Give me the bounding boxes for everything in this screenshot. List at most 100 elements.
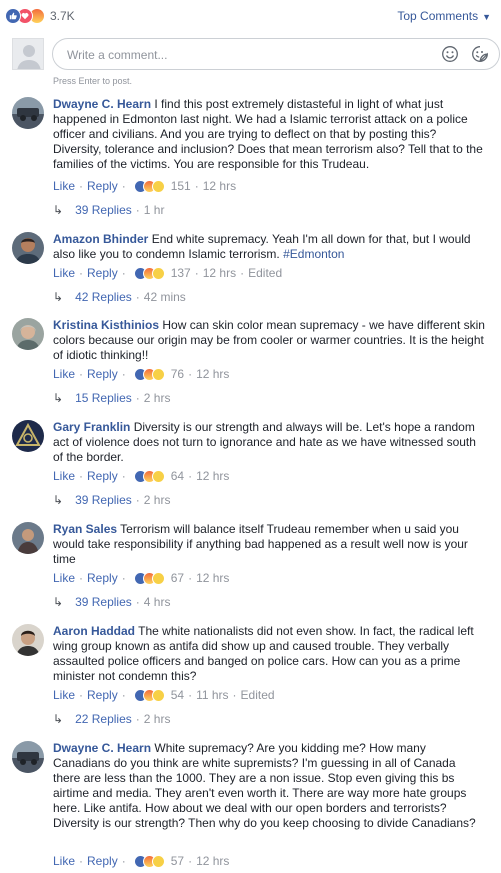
commenter-name[interactable]: Gary Franklin	[53, 420, 130, 434]
avatar[interactable]	[12, 97, 44, 129]
reply-button[interactable]: Reply	[87, 469, 118, 483]
comment-body: Dwayne C. Hearn I find this post extreme…	[53, 97, 485, 172]
comment-reactions-icons[interactable]	[133, 688, 165, 702]
comment-actions: Like · Reply · 67 · 12 hrs	[53, 571, 230, 585]
reply-button[interactable]: Reply	[87, 266, 118, 280]
reaction-count[interactable]: 151	[171, 179, 191, 193]
hashtag-link[interactable]: #Edmonton	[283, 247, 344, 261]
avatar[interactable]	[12, 232, 44, 264]
avatar[interactable]	[12, 522, 44, 554]
top-comments-label: Top Comments	[397, 9, 479, 23]
view-replies[interactable]: ↳ 42 Replies · 42 mins	[53, 290, 186, 304]
commenter-name[interactable]: Amazon Bhinder	[53, 232, 148, 246]
reply-arrow-icon: ↳	[53, 595, 64, 609]
reaction-count[interactable]: 76	[171, 367, 184, 381]
reaction-count[interactable]: 67	[171, 571, 184, 585]
replies-link[interactable]: 22 Replies	[75, 712, 132, 726]
comment-timestamp[interactable]: 12 hrs	[196, 469, 229, 483]
comment-actions: Like · Reply · 76 · 12 hrs	[53, 367, 230, 381]
smiley-icon[interactable]	[441, 45, 459, 63]
comment-body: Gary Franklin Diversity is our strength …	[53, 420, 485, 465]
comment-actions: Like · Reply · 54 · 11 hrs · Edited	[53, 688, 275, 702]
comment-actions: Like · Reply · 137 · 12 hrs · Edited	[53, 266, 283, 280]
comment-body: Amazon Bhinder End white supremacy. Yeah…	[53, 232, 485, 262]
reply-button[interactable]: Reply	[87, 179, 118, 193]
like-button[interactable]: Like	[53, 688, 75, 702]
comment-reactions-icons[interactable]	[133, 367, 165, 381]
sticker-icon[interactable]	[471, 45, 489, 63]
replies-time: 2 hrs	[143, 712, 171, 726]
reaction-count[interactable]: 64	[171, 469, 184, 483]
view-replies[interactable]: ↳ 39 Replies · 4 hrs	[53, 595, 170, 609]
like-reaction-icon	[5, 8, 21, 24]
replies-time: 4 hrs	[143, 595, 171, 609]
comment-actions: Like · Reply · 151 · 12 hrs	[53, 179, 237, 193]
reaction-count[interactable]: 137	[171, 266, 191, 280]
caret-down-icon: ▼	[482, 12, 491, 22]
comment-reactions-icons[interactable]	[133, 266, 165, 280]
like-button[interactable]: Like	[53, 854, 75, 868]
avatar[interactable]	[12, 318, 44, 350]
replies-link[interactable]: 15 Replies	[75, 391, 132, 405]
commenter-name[interactable]: Dwayne C. Hearn	[53, 97, 151, 111]
like-button[interactable]: Like	[53, 179, 75, 193]
comment-body: Ryan Sales Terrorism will balance itself…	[53, 522, 485, 567]
reply-button[interactable]: Reply	[87, 688, 118, 702]
commenter-name[interactable]: Dwayne C. Hearn	[53, 741, 151, 755]
commenter-name[interactable]: Aaron Haddad	[53, 624, 135, 638]
replies-time: 1 hr	[143, 203, 165, 217]
view-replies[interactable]: ↳ 39 Replies · 2 hrs	[53, 493, 170, 507]
comment-actions: Like · Reply · 64 · 12 hrs	[53, 469, 230, 483]
top-comments-dropdown[interactable]: Top Comments ▼	[397, 9, 491, 23]
reply-button[interactable]: Reply	[87, 854, 118, 868]
avatar[interactable]	[12, 624, 44, 656]
reaction-count: 3.7K	[50, 9, 75, 23]
avatar[interactable]	[12, 420, 44, 452]
replies-time: 2 hrs	[143, 493, 171, 507]
comment-composer: Write a comment...	[12, 38, 500, 72]
view-replies[interactable]: ↳ 22 Replies · 2 hrs	[53, 712, 170, 726]
comment-input-placeholder: Write a comment...	[67, 48, 168, 62]
reply-arrow-icon: ↳	[53, 712, 64, 726]
replies-link[interactable]: 42 Replies	[75, 290, 132, 304]
edited-label[interactable]: Edited	[241, 688, 275, 702]
comment-reactions-icons[interactable]	[133, 469, 165, 483]
reaction-count[interactable]: 57	[171, 854, 184, 868]
replies-link[interactable]: 39 Replies	[75, 595, 132, 609]
current-user-avatar	[12, 38, 44, 70]
comment-reactions-icons[interactable]	[133, 571, 165, 585]
reaction-count[interactable]: 54	[171, 688, 184, 702]
reply-arrow-icon: ↳	[53, 290, 64, 304]
like-button[interactable]: Like	[53, 367, 75, 381]
view-replies[interactable]: ↳ 39 Replies · 1 hr	[53, 203, 164, 217]
like-button[interactable]: Like	[53, 266, 75, 280]
replies-link[interactable]: 39 Replies	[75, 493, 132, 507]
comment-timestamp[interactable]: 12 hrs	[196, 367, 229, 381]
comment-timestamp[interactable]: 12 hrs	[203, 266, 236, 280]
comment-timestamp[interactable]: 12 hrs	[196, 854, 229, 868]
reply-button[interactable]: Reply	[87, 571, 118, 585]
avatar[interactable]	[12, 741, 44, 773]
reaction-summary-bar: 3.7K Top Comments ▼	[0, 0, 501, 34]
like-button[interactable]: Like	[53, 571, 75, 585]
replies-link[interactable]: 39 Replies	[75, 203, 132, 217]
comment-body: Kristina Kisthinios How can skin color m…	[53, 318, 485, 363]
comment-actions: Like · Reply · 57 · 12 hrs	[53, 854, 230, 868]
view-replies[interactable]: ↳ 15 Replies · 2 hrs	[53, 391, 170, 405]
comment-timestamp[interactable]: 11 hrs	[196, 688, 228, 702]
comment-body: Dwayne C. Hearn White supremacy? Are you…	[53, 741, 485, 831]
reply-arrow-icon: ↳	[53, 391, 64, 405]
reply-button[interactable]: Reply	[87, 367, 118, 381]
comment-timestamp[interactable]: 12 hrs	[196, 571, 229, 585]
comment-reactions-icons[interactable]	[133, 854, 165, 868]
reply-arrow-icon: ↳	[53, 493, 64, 507]
comment-timestamp[interactable]: 12 hrs	[203, 179, 236, 193]
reaction-summary[interactable]: 3.7K	[5, 8, 75, 24]
replies-time: 2 hrs	[143, 391, 171, 405]
commenter-name[interactable]: Kristina Kisthinios	[53, 318, 159, 332]
like-button[interactable]: Like	[53, 469, 75, 483]
commenter-name[interactable]: Ryan Sales	[53, 522, 117, 536]
edited-label[interactable]: Edited	[248, 266, 282, 280]
comment-reactions-icons[interactable]	[133, 179, 165, 193]
comment-input[interactable]: Write a comment...	[52, 38, 500, 70]
